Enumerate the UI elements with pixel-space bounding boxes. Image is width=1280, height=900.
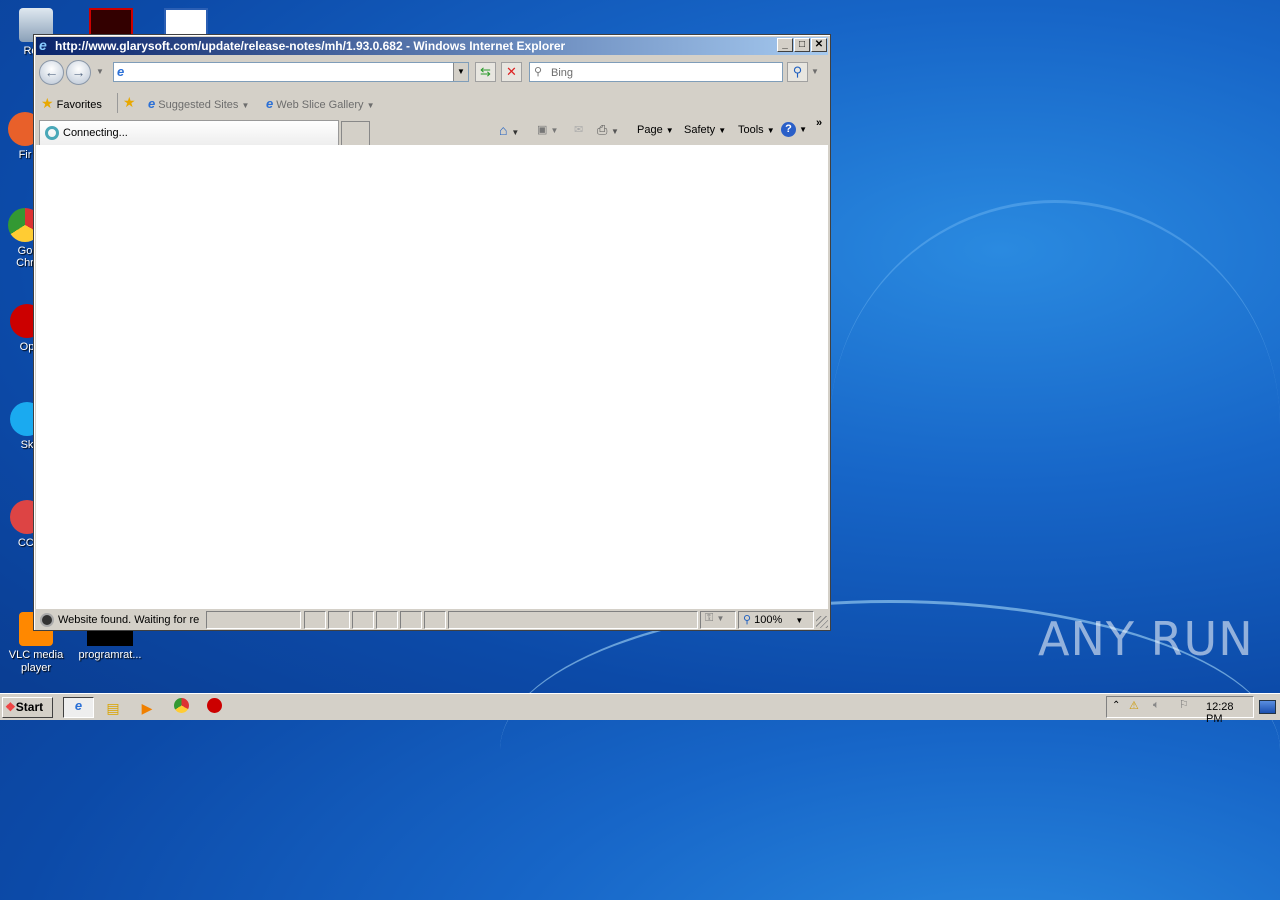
- status-text: Website found. Waiting for re: [58, 614, 200, 626]
- progress-bar: [206, 611, 301, 629]
- taskbar-media-player[interactable]: ▶: [136, 698, 158, 718]
- network-warning-icon[interactable]: ⚠: [1129, 699, 1139, 712]
- new-tab-button[interactable]: [341, 121, 370, 145]
- taskbar-opera[interactable]: [203, 698, 225, 718]
- status-pane: [448, 611, 698, 629]
- page-content[interactable]: [36, 145, 828, 609]
- loading-spinner-icon: [45, 126, 59, 140]
- favorites-button[interactable]: ★ Favorites: [41, 95, 102, 112]
- word-icon: [164, 8, 208, 36]
- opera-icon: [206, 698, 222, 713]
- stop-button[interactable]: ✕: [501, 62, 522, 82]
- status-pane: [424, 611, 446, 629]
- start-button[interactable]: ❖Start: [2, 697, 53, 718]
- windows-logo-icon: ❖: [5, 700, 16, 714]
- taskbar-chrome[interactable]: [170, 698, 192, 718]
- clock[interactable]: 12:28 PM: [1206, 701, 1253, 725]
- forward-button[interactable]: →: [66, 60, 91, 85]
- wallpaper-swoosh: [830, 200, 1280, 650]
- taskbar: ❖Start e ▤ ▶ ⌃ ⚠ 🔈︎ ⚐ 12:28 PM: [0, 693, 1280, 725]
- address-dropdown-button[interactable]: ▼: [453, 63, 468, 81]
- show-hidden-icons-button[interactable]: ⌃: [1112, 700, 1120, 711]
- ie-window: e http://www.glarysoft.com/update/release…: [33, 34, 831, 631]
- taskbar-explorer[interactable]: ▤: [102, 698, 124, 718]
- home-button[interactable]: ⌂ ▼: [499, 122, 519, 138]
- status-bar: Website found. Waiting for re ⚿ ▼ ⚲ 100%…: [36, 610, 828, 630]
- page-menu[interactable]: Page ▼: [637, 124, 674, 136]
- tools-menu[interactable]: Tools ▼: [738, 124, 775, 136]
- history-dropdown-icon[interactable]: ▼: [96, 67, 104, 76]
- minimize-button[interactable]: _: [777, 38, 793, 52]
- status-pane: [376, 611, 398, 629]
- page-icon: e: [117, 64, 125, 79]
- safety-menu[interactable]: Safety ▼: [684, 124, 726, 136]
- search-button[interactable]: ⚲: [787, 62, 808, 82]
- resize-grip[interactable]: [816, 616, 828, 628]
- address-bar[interactable]: e ▼: [113, 62, 469, 82]
- browser-tab[interactable]: Connecting...: [39, 120, 339, 145]
- search-icon: ⚲: [534, 66, 543, 78]
- action-center-flag-icon[interactable]: ⚐: [1179, 698, 1189, 711]
- volume-icon[interactable]: 🔈︎: [1153, 699, 1160, 712]
- status-pane: [304, 611, 326, 629]
- zoom-button[interactable]: ⚲ 100% ▼: [738, 611, 814, 629]
- search-options-dropdown[interactable]: ▼: [811, 67, 819, 76]
- title-bar[interactable]: e http://www.glarysoft.com/update/release…: [36, 37, 828, 55]
- show-desktop-button[interactable]: [1259, 700, 1276, 714]
- star-icon: ★: [41, 95, 54, 111]
- ie-icon: e: [74, 698, 83, 713]
- read-mail-button[interactable]: ✉: [574, 123, 583, 136]
- zoom-icon: ⚲: [743, 614, 752, 626]
- protected-mode-button[interactable]: ⚿ ▼: [700, 611, 736, 629]
- help-icon: ?: [781, 122, 796, 137]
- loading-clock-icon: [40, 613, 54, 627]
- ie-page-icon: e: [266, 96, 274, 111]
- status-pane: [328, 611, 350, 629]
- help-button[interactable]: ? ▼: [781, 122, 807, 137]
- maximize-button[interactable]: □: [794, 38, 810, 52]
- taskbar-ie[interactable]: e: [63, 697, 94, 718]
- ie-icon: e: [39, 37, 47, 53]
- suggested-sites-link[interactable]: e Suggested Sites ▼: [148, 96, 249, 111]
- anyrun-watermark: ANY RUN: [1038, 612, 1254, 666]
- web-slice-gallery-link[interactable]: e Web Slice Gallery ▼: [266, 96, 375, 111]
- refresh-button[interactable]: ⇆: [475, 62, 496, 82]
- acrobat-icon: [89, 8, 133, 36]
- chrome-icon: [173, 698, 189, 713]
- status-pane: [400, 611, 422, 629]
- ie-page-icon: e: [148, 96, 156, 111]
- window-title: http://www.glarysoft.com/update/release-…: [55, 39, 566, 53]
- back-button[interactable]: ←: [39, 60, 64, 85]
- divider: [117, 93, 118, 113]
- more-commands-chevron[interactable]: »: [816, 117, 822, 129]
- status-pane: [352, 611, 374, 629]
- add-to-favorites-button[interactable]: ★: [123, 94, 136, 111]
- system-tray: ⌃ ⚠ 🔈︎ ⚐ 12:28 PM: [1106, 696, 1254, 725]
- search-input[interactable]: ⚲ Bing: [529, 62, 783, 82]
- feeds-button[interactable]: ▣ ▼: [537, 123, 558, 136]
- print-button[interactable]: ⎙ ▼: [597, 122, 619, 138]
- close-button[interactable]: ✕: [811, 38, 827, 52]
